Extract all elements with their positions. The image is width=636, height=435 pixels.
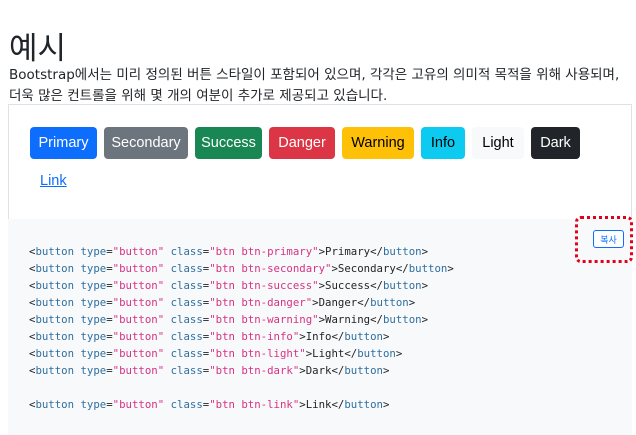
secondary-button[interactable]: Secondary: [104, 127, 188, 159]
code-button-text: Link: [305, 398, 332, 411]
code-button-text: Info: [305, 330, 332, 343]
code-class-value: "btn btn-info": [209, 330, 300, 343]
code-class-value: "btn btn-secondary": [209, 262, 332, 275]
link-button[interactable]: Link: [40, 173, 67, 189]
code-class-value: "btn btn-warning": [209, 313, 319, 326]
code-line: <button type="button" class="btn btn-dar…: [29, 364, 390, 377]
code-line: <button type="button" class="btn btn-lig…: [29, 347, 403, 360]
code-class-value: "btn btn-primary": [209, 245, 319, 258]
code-button-text: Light: [312, 347, 345, 360]
code-line: <button type="button" class="btn btn-suc…: [29, 279, 428, 292]
copy-button[interactable]: 복사: [593, 230, 624, 248]
example-preview-box: [8, 104, 632, 219]
code-class-value: "btn btn-link": [209, 398, 300, 411]
info-button[interactable]: Info: [421, 127, 465, 159]
code-button-text: Secondary: [337, 262, 396, 275]
code-line: <button type="button" class="btn btn-lin…: [29, 398, 390, 411]
primary-button[interactable]: Primary: [30, 127, 97, 159]
code-button-text: Dark: [305, 364, 332, 377]
page-title: 예시: [9, 30, 67, 67]
success-button[interactable]: Success: [195, 127, 262, 159]
code-button-text: Success: [325, 279, 371, 292]
code-class-value: "btn btn-light": [209, 347, 306, 360]
warning-button[interactable]: Warning: [342, 127, 414, 159]
code-class-value: "btn btn-success": [209, 279, 319, 292]
code-button-text: Danger: [318, 296, 358, 309]
code-line: <button type="button" class="btn btn-war…: [29, 313, 428, 326]
light-button[interactable]: Light: [472, 127, 524, 159]
code-line: <button type="button" class="btn btn-dan…: [29, 296, 416, 309]
code-line: <button type="button" class="btn btn-pri…: [29, 245, 428, 258]
code-button-text: Warning: [325, 313, 371, 326]
code-button-text: Primary: [325, 245, 371, 258]
dark-button[interactable]: Dark: [531, 127, 580, 159]
code-class-value: "btn btn-danger": [209, 296, 313, 309]
danger-button[interactable]: Danger: [269, 127, 335, 159]
code-line: <button type="button" class="btn btn-sec…: [29, 262, 454, 275]
code-class-value: "btn btn-dark": [209, 364, 300, 377]
code-line: <button type="button" class="btn btn-inf…: [29, 330, 390, 343]
code-block: <button type="button" class="btn btn-pri…: [29, 243, 454, 413]
page-description: Bootstrap에서는 미리 정의된 버튼 스타일이 포함되어 있으며, 각각…: [9, 66, 620, 104]
